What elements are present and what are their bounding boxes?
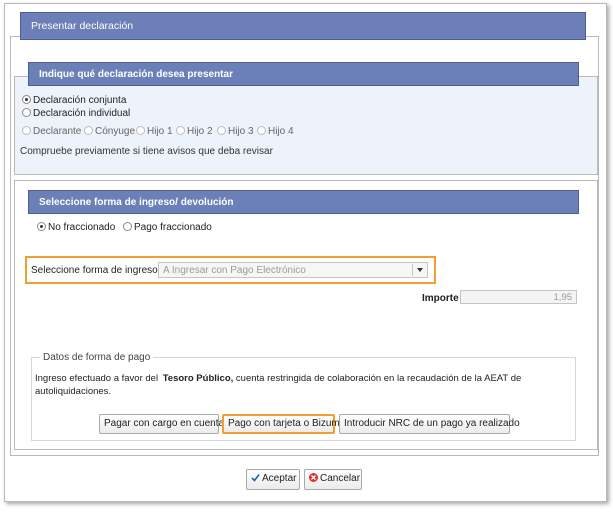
declaration-header-label: Indique qué declaración desea presentar (39, 69, 233, 80)
payment-header-label: Seleccione forma de ingreso/ devolución (39, 197, 234, 208)
select-divider (412, 264, 413, 276)
radio-no-fraccionado[interactable]: No fraccionado (37, 222, 115, 233)
radio-hijo-1[interactable]: Hijo 1 (136, 126, 173, 137)
radio-label: Cónyuge (95, 126, 136, 137)
payment-form-select[interactable]: A Ingresar con Pago Electrónico (158, 262, 428, 278)
importe-value: 1,95 (553, 292, 573, 303)
text-bold: Tesoro Público, (162, 373, 234, 384)
radio-hijo-4[interactable]: Hijo 4 (257, 126, 294, 137)
check-icon (251, 471, 260, 482)
enter-nrc-button[interactable]: Introducir NRC de un pago ya realizado (339, 414, 520, 434)
radio-conyuge[interactable]: Cónyuge (84, 126, 135, 137)
radio-label: Declarante (33, 126, 82, 137)
radio-label: Pago fraccionado (134, 222, 212, 233)
radio-icon (22, 126, 31, 135)
payment-header: Seleccione forma de ingreso/ devolución (28, 190, 579, 214)
radio-declarante[interactable]: Declarante (22, 126, 81, 137)
radio-label: No fraccionado (48, 222, 116, 233)
radio-pago-fraccionado[interactable]: Pago fraccionado (123, 222, 212, 233)
radio-icon (176, 126, 185, 135)
radio-icon (37, 222, 46, 231)
payment-form-value: A Ingresar con Pago Electrónico (163, 265, 306, 276)
radio-label: Hijo 1 (147, 126, 173, 137)
payment-form-label: Seleccione forma de ingreso: (31, 265, 161, 276)
radio-icon (22, 108, 31, 117)
radio-declaracion-individual[interactable]: Declaración individual (22, 108, 130, 119)
radio-label: Hijo 2 (187, 126, 213, 137)
chevron-down-icon (417, 268, 423, 272)
payment-details-legend: Datos de forma de pago (40, 352, 154, 363)
pay-card-bizum-button[interactable]: Pago con tarjeta o Bizum (222, 414, 340, 434)
radio-icon (217, 126, 226, 135)
radio-icon (123, 222, 132, 231)
importe-field[interactable]: 1,95 (460, 290, 577, 304)
cancel-label: Cancelar (320, 473, 361, 484)
radio-icon (22, 95, 31, 104)
radio-label: Hijo 3 (228, 126, 254, 137)
declaration-header: Indique qué declaración desea presentar (28, 62, 579, 86)
cancel-icon-svg (311, 475, 316, 480)
accept-button[interactable]: Aceptar (246, 469, 300, 490)
check-icon-svg (251, 474, 260, 482)
radio-icon (136, 126, 145, 135)
radio-label: Hijo 4 (268, 126, 294, 137)
cancel-icon (309, 473, 318, 482)
radio-hijo-3[interactable]: Hijo 3 (217, 126, 254, 137)
radio-icon (84, 126, 93, 135)
radio-declaracion-conjunta[interactable]: Declaración conjunta (22, 95, 126, 106)
cancel-button[interactable]: Cancelar (304, 469, 362, 490)
radio-hijo-2[interactable]: Hijo 2 (176, 126, 213, 137)
notice-text: Compruebe previamente si tiene avisos qu… (20, 146, 273, 157)
payment-details-text: Ingreso efectuado a favor del Tesoro Púb… (35, 372, 555, 398)
accept-label: Aceptar (262, 473, 297, 484)
dialog-title-bar: Presentar declaración (20, 12, 586, 40)
radio-label: Declaración conjunta (33, 95, 127, 106)
pay-account-button[interactable]: Pagar con cargo en cuenta (99, 414, 224, 434)
dialog-title: Presentar declaración (31, 20, 134, 32)
importe-label: Importe (422, 293, 459, 304)
text-before: Ingreso efectuado a favor del (35, 373, 159, 384)
radio-label: Declaración individual (33, 108, 131, 119)
radio-icon (257, 126, 266, 135)
